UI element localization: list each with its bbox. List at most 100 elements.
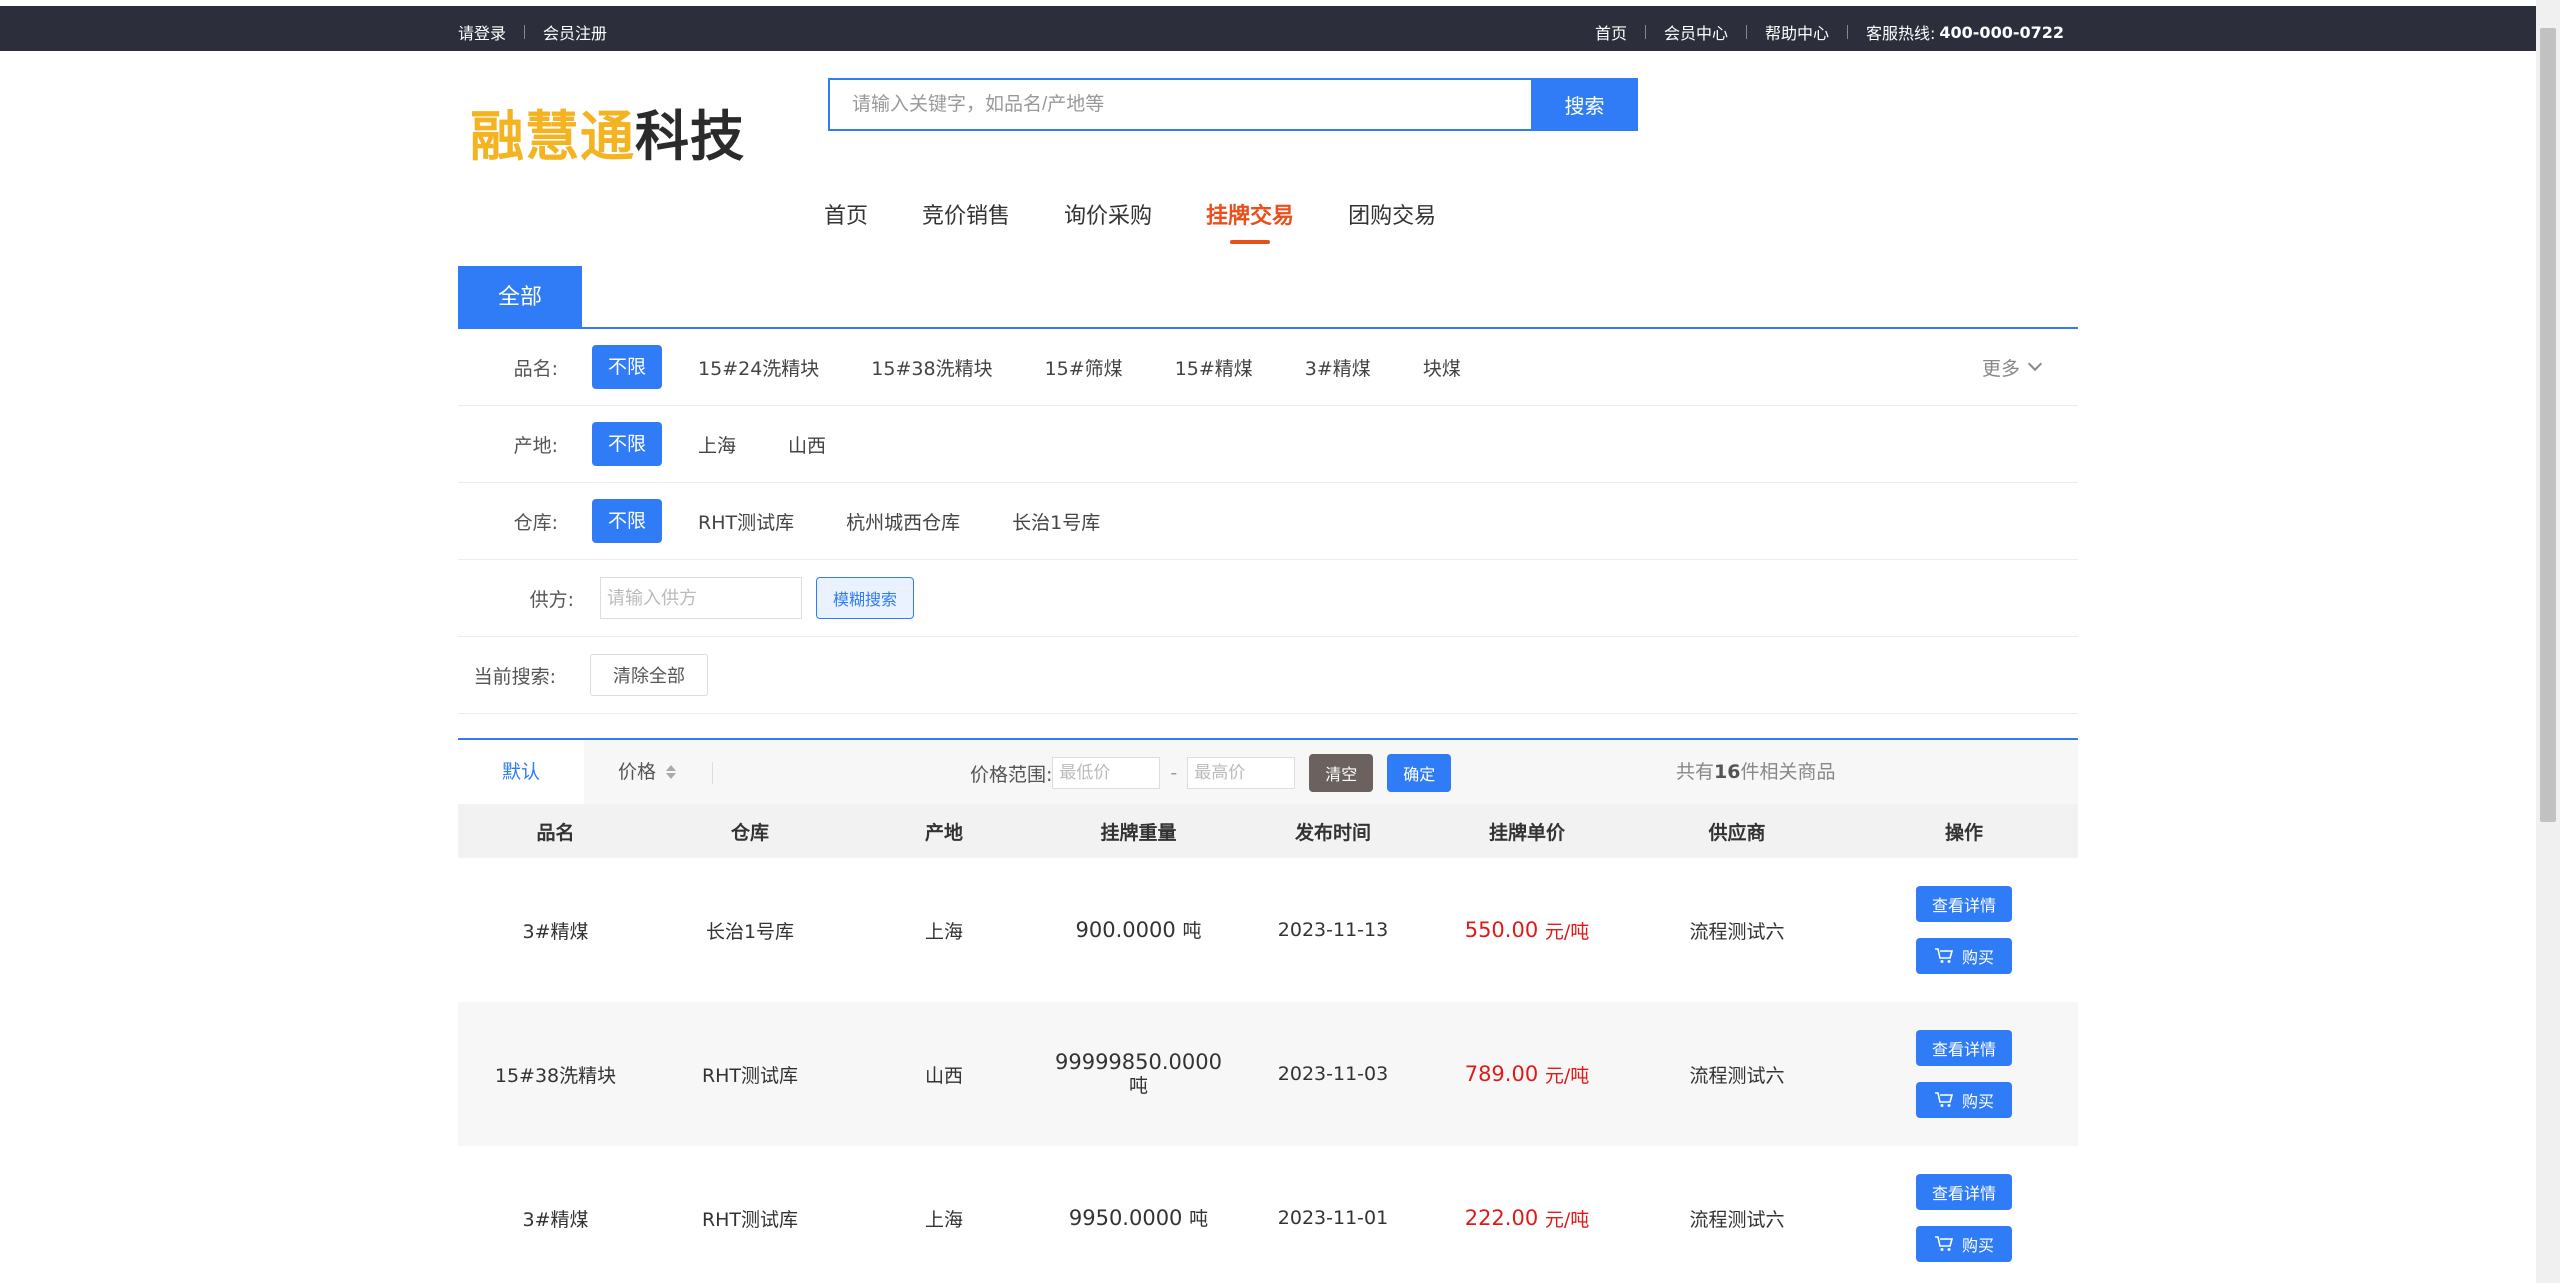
filter-row-origin: 产地: 不限 上海 山西	[458, 406, 2078, 483]
column-header: 仓库	[730, 821, 769, 844]
search-input[interactable]	[828, 78, 1531, 131]
view-detail-button[interactable]: 查看详情	[1916, 1174, 2012, 1210]
clear-range-button[interactable]: 清空	[1309, 754, 1374, 792]
tab-all[interactable]: 全部	[458, 266, 582, 329]
weight-unit: 吨	[1189, 1207, 1209, 1230]
register-link[interactable]: 会员注册	[543, 20, 607, 44]
table-row: 3#精煤 RHT测试库 上海 9950.0000 吨 2023-11-01 22…	[458, 1146, 2078, 1283]
table-header: 品名 仓库 产地 挂牌重量 发布时间 挂牌单价 供应商 操作	[458, 804, 2078, 858]
cell-weight: 900.0000 吨	[1041, 858, 1236, 1002]
nav-item-listing[interactable]: 挂牌交易	[1206, 198, 1294, 244]
search-button[interactable]: 搜索	[1531, 78, 1638, 131]
cell-origin: 上海	[924, 920, 963, 943]
filter-row-current: 当前搜索: 清除全部	[458, 637, 2078, 714]
member-center-link[interactable]: 会员中心	[1664, 20, 1728, 44]
filter-row-name: 品名: 不限 15#24洗精块 15#38洗精块 15#筛煤 15#精煤 3#精…	[458, 329, 2078, 406]
cell-warehouse: RHT测试库	[701, 1208, 799, 1231]
cell-date: 2023-11-13	[1277, 919, 1389, 941]
cart-icon	[1934, 1092, 1954, 1107]
weight-value: 900.0000	[1075, 917, 1176, 942]
buy-label: 购买	[1961, 1094, 1994, 1111]
filter-label: 产地:	[513, 434, 558, 457]
weight-value: 99999850.0000	[1054, 1050, 1222, 1074]
nav-item-group-buy[interactable]: 团购交易	[1348, 198, 1436, 230]
cell-date: 2023-11-03	[1277, 1063, 1389, 1085]
filter-option[interactable]: 山西	[788, 431, 826, 458]
cell-supplier: 流程测试六	[1689, 920, 1785, 943]
buy-label: 购买	[1961, 1238, 1994, 1255]
price-range-label: 价格范围:	[970, 763, 1053, 786]
price-unit: 元/吨	[1544, 920, 1590, 943]
top-home-link[interactable]: 首页	[1595, 20, 1627, 44]
clear-all-button[interactable]: 清除全部	[590, 654, 708, 696]
weight-unit: 吨	[1128, 1075, 1148, 1097]
filter-options: 不限 RHT测试库 杭州城西仓库 长治1号库	[592, 499, 1152, 543]
more-toggle[interactable]: 更多	[1982, 354, 2043, 381]
filter-option[interactable]: 长治1号库	[1012, 508, 1100, 535]
nav-item-home[interactable]: 首页	[824, 198, 868, 230]
page-scrollbar[interactable]	[2536, 0, 2560, 1283]
min-price-input[interactable]	[1052, 757, 1161, 789]
filter-option[interactable]: 3#精煤	[1305, 354, 1371, 381]
cell-name: 3#精煤	[522, 1208, 589, 1231]
filter-option[interactable]: 15#筛煤	[1045, 354, 1123, 381]
filter-option[interactable]: 不限	[592, 499, 663, 543]
help-center-link[interactable]: 帮助中心	[1765, 20, 1829, 44]
filter-option[interactable]: 15#精煤	[1175, 354, 1253, 381]
column-header: 挂牌重量	[1100, 821, 1177, 844]
cell-date: 2023-11-01	[1277, 1207, 1389, 1229]
cell-name: 15#38洗精块	[494, 1064, 617, 1087]
cell-weight: 99999850.0000 吨	[1041, 1002, 1236, 1146]
cell-price: 222.00 元/吨	[1430, 1146, 1624, 1283]
price-unit: 元/吨	[1544, 1208, 1590, 1231]
nav-item-inquiry[interactable]: 询价采购	[1064, 198, 1152, 230]
price-value: 222.00	[1464, 1206, 1539, 1230]
cell-weight: 9950.0000 吨	[1041, 1146, 1236, 1283]
filter-option[interactable]: 杭州城西仓库	[846, 508, 960, 535]
fuzzy-search-button[interactable]: 模糊搜索	[816, 577, 915, 619]
filter-row-warehouse: 仓库: 不限 RHT测试库 杭州城西仓库 长治1号库	[458, 483, 2078, 560]
nav-item-auction[interactable]: 竞价销售	[922, 198, 1010, 230]
login-link[interactable]: 请登录	[458, 20, 506, 44]
column-header: 操作	[1944, 821, 1983, 844]
filter-option[interactable]: 上海	[698, 431, 736, 458]
buy-button[interactable]: 购买	[1916, 1082, 2012, 1118]
top-bar-right: 首页 会员中心 帮助中心 客服热线: 400-000-0722	[1595, 20, 2064, 44]
scrollbar-thumb[interactable]	[2540, 28, 2556, 822]
cell-price: 789.00 元/吨	[1430, 1002, 1624, 1146]
divider	[1644, 25, 1646, 39]
cell-origin: 山西	[924, 1064, 963, 1087]
sort-default-tab[interactable]: 默认	[458, 740, 584, 804]
cell-actions: 查看详情 购买	[1850, 1002, 2078, 1146]
filter-row-supplier: 供方: 模糊搜索	[458, 560, 2078, 637]
cell-actions: 查看详情 购买	[1850, 1146, 2078, 1283]
filter-option[interactable]: RHT测试库	[698, 508, 794, 535]
range-dash: -	[1170, 762, 1178, 784]
result-count: 共有16件相关商品	[1676, 740, 1835, 804]
column-header: 品名	[536, 821, 575, 844]
count-prefix: 共有	[1676, 761, 1715, 783]
filter-option[interactable]: 块煤	[1423, 354, 1461, 381]
hotline-label: 客服热线:	[1865, 24, 1936, 43]
filter-option[interactable]: 15#24洗精块	[698, 354, 819, 381]
site-logo[interactable]: 融慧通科技	[470, 92, 745, 171]
max-price-input[interactable]	[1187, 757, 1296, 789]
filter-option[interactable]: 不限	[592, 422, 663, 466]
supplier-input[interactable]	[600, 577, 802, 619]
buy-button[interactable]: 购买	[1916, 938, 2012, 974]
filter-label: 当前搜索:	[473, 665, 556, 688]
cell-warehouse: RHT测试库	[701, 1064, 799, 1087]
weight-unit: 吨	[1182, 919, 1202, 942]
hotline-number: 400-000-0722	[1939, 22, 2064, 42]
confirm-range-button[interactable]: 确定	[1387, 754, 1452, 792]
sort-price-tab[interactable]: 价格	[618, 740, 677, 804]
filter-option[interactable]: 15#38洗精块	[871, 354, 992, 381]
buy-button[interactable]: 购买	[1916, 1226, 2012, 1262]
filter-option[interactable]: 不限	[592, 345, 663, 389]
view-detail-button[interactable]: 查看详情	[1916, 886, 2012, 922]
cart-icon	[1934, 948, 1954, 963]
view-detail-button[interactable]: 查看详情	[1916, 1030, 2012, 1066]
cell-actions: 查看详情 购买	[1850, 858, 2078, 1002]
top-bar-left: 请登录 会员注册	[458, 20, 607, 44]
buy-label: 购买	[1961, 950, 1994, 967]
